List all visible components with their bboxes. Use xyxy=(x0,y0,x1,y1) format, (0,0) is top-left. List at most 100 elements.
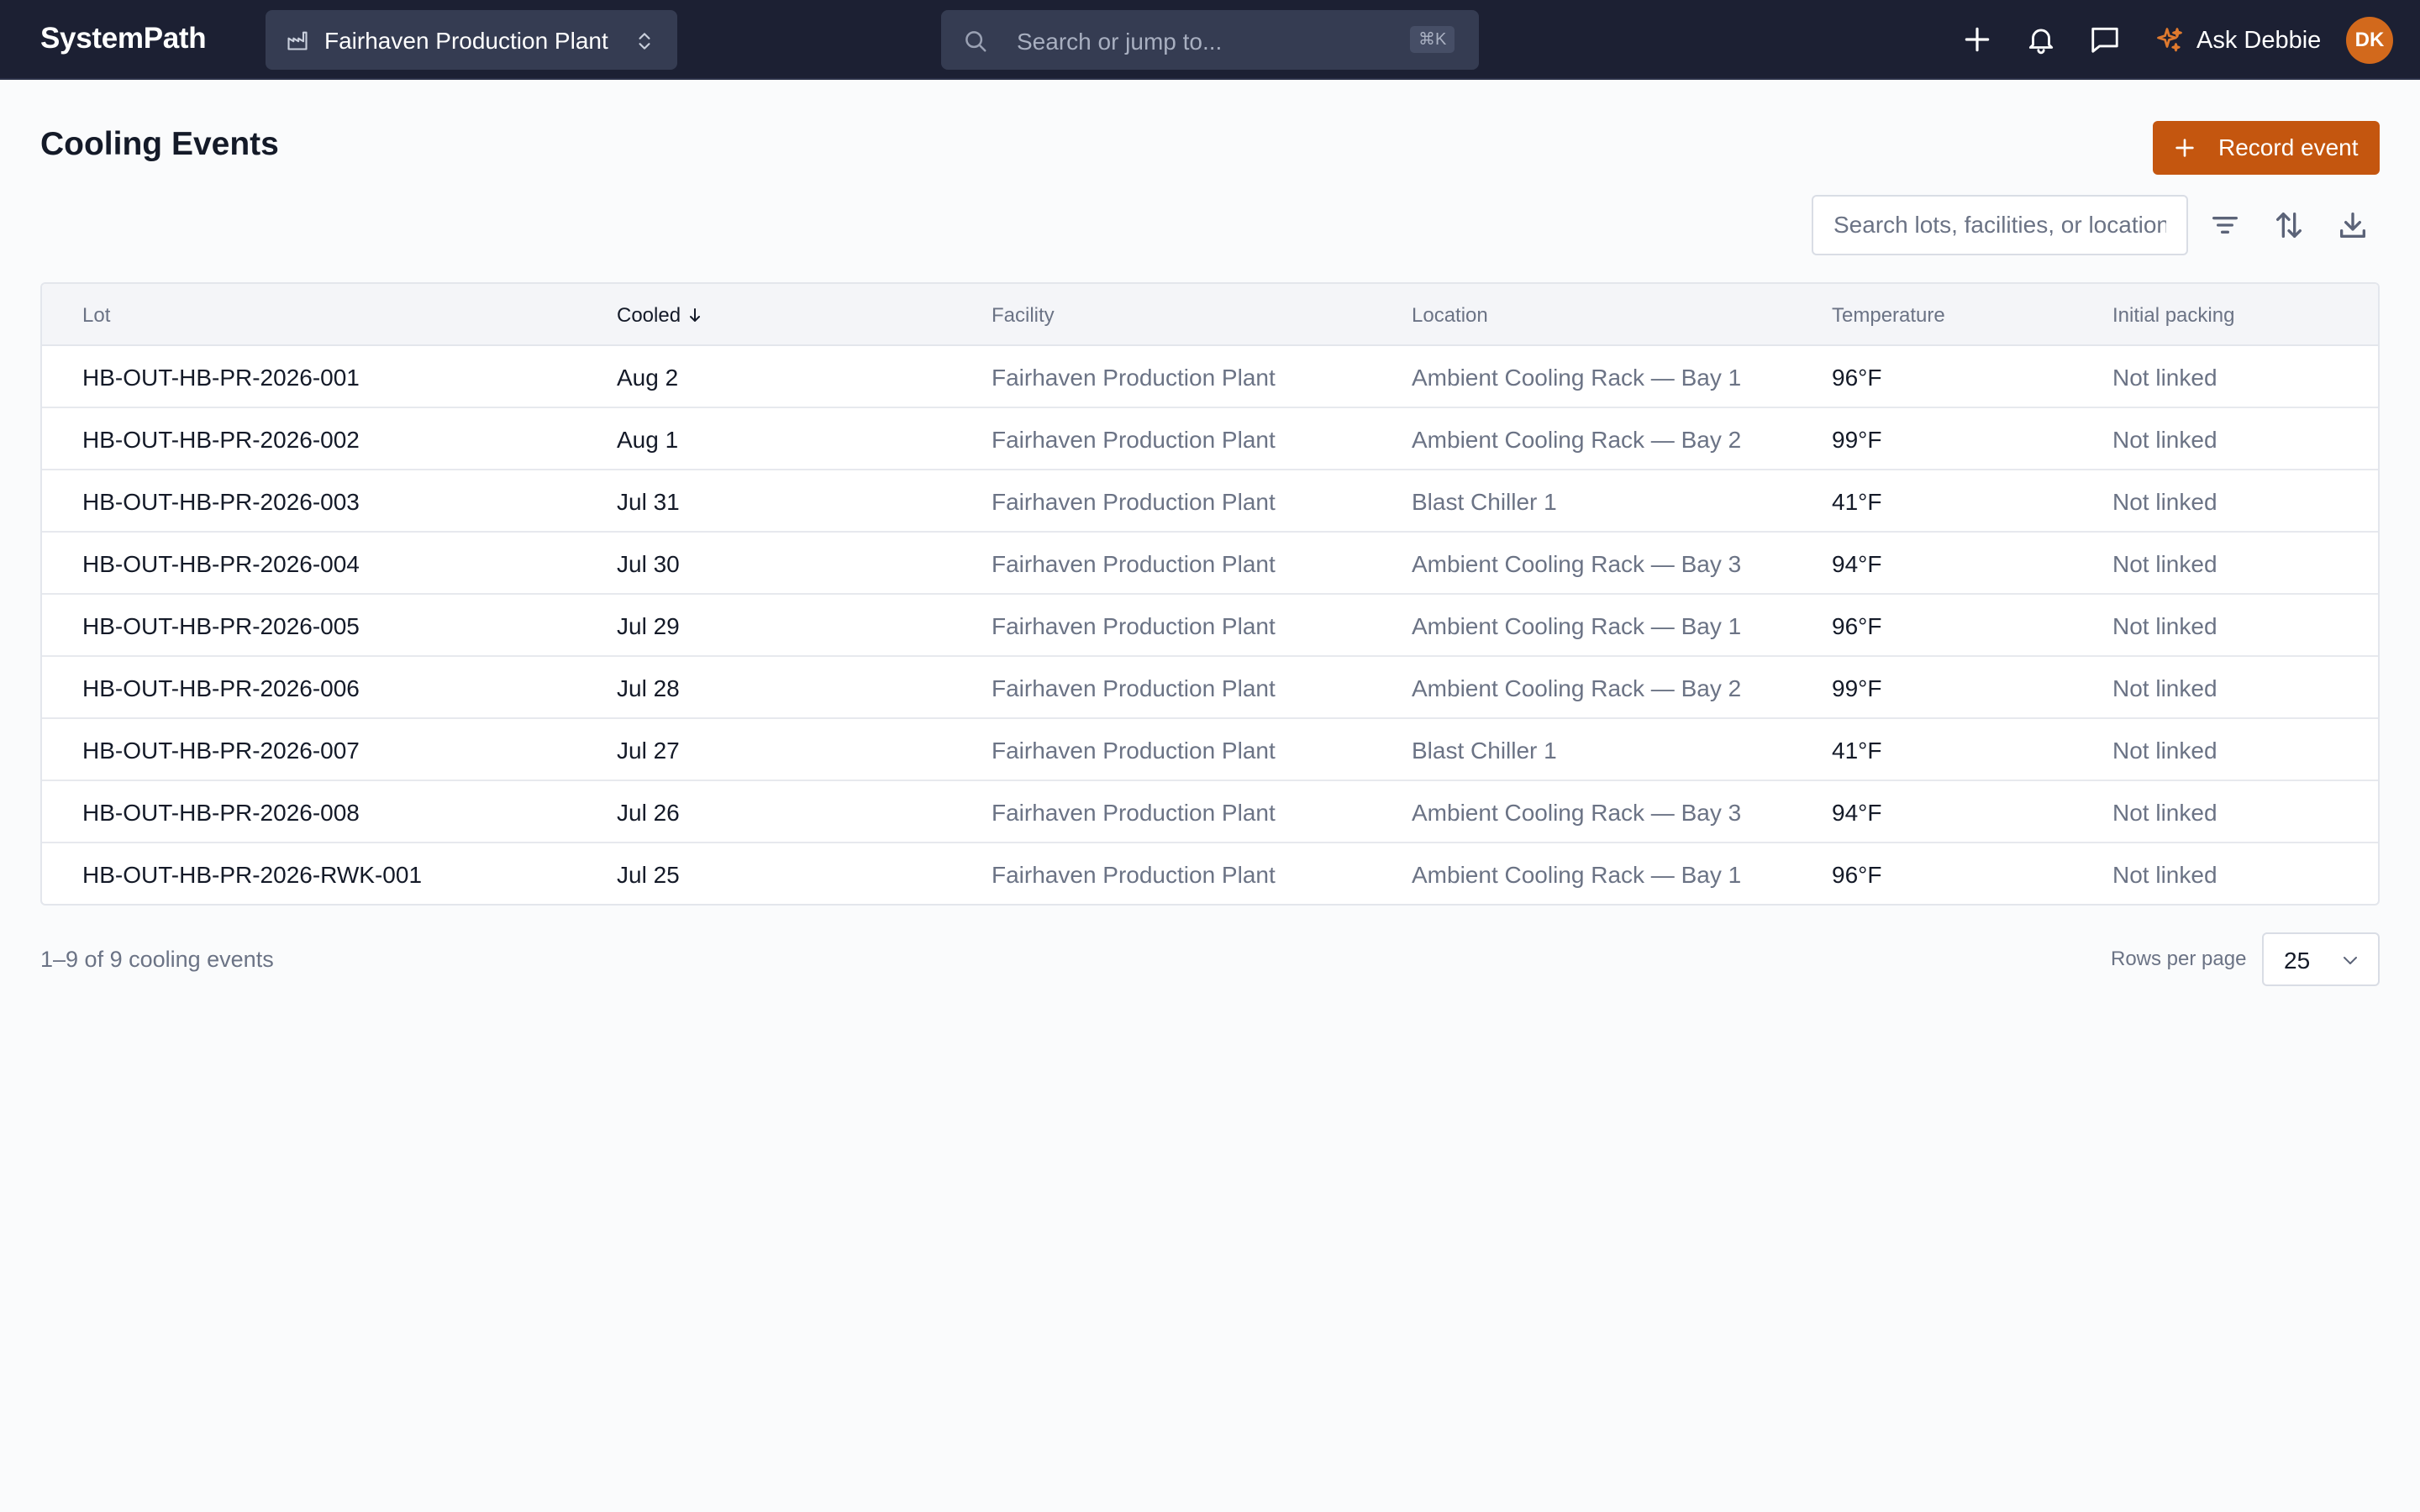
sort-icon[interactable] xyxy=(2272,208,2306,242)
cell-lot[interactable]: HB-OUT-HB-PR-2026-007 xyxy=(82,738,360,764)
cell-lot[interactable]: HB-OUT-HB-PR-2026-001 xyxy=(82,365,360,391)
column-header-cooled[interactable]: Cooled xyxy=(617,304,702,328)
cell-location: Ambient Cooling Rack — Bay 2 xyxy=(1412,675,1742,701)
cell-lot[interactable]: HB-OUT-HB-PR-2026-003 xyxy=(82,489,360,516)
global-search-placeholder: Search or jump to... xyxy=(1017,29,1223,55)
table-row[interactable]: HB-OUT-HB-PR-2026-007 Jul 27 Fairhaven P… xyxy=(42,719,2378,781)
cell-temperature: 96°F xyxy=(1832,613,1882,639)
table-row[interactable]: HB-OUT-HB-PR-2026-RWK-001 Jul 25 Fairhav… xyxy=(42,843,2378,904)
facility-switcher[interactable]: Fairhaven Production Plant xyxy=(266,10,677,70)
cell-location: Blast Chiller 1 xyxy=(1412,738,1557,764)
column-header-temperature[interactable]: Temperature xyxy=(1832,304,1945,328)
global-search-box[interactable]: Search or jump to... ⌘K xyxy=(941,10,1479,70)
cell-location: Ambient Cooling Rack — Bay 2 xyxy=(1412,427,1742,453)
cell-location: Blast Chiller 1 xyxy=(1412,489,1557,515)
cell-facility: Fairhaven Production Plant xyxy=(992,489,1276,515)
record-event-label: Record event xyxy=(2218,134,2359,160)
table-row[interactable]: HB-OUT-HB-PR-2026-004 Jul 30 Fairhaven P… xyxy=(42,533,2378,595)
cell-cooled: Jul 31 xyxy=(617,489,680,515)
cooling-events-table: Lot Cooled Facility Location Temperature… xyxy=(40,282,2380,906)
cell-facility: Fairhaven Production Plant xyxy=(992,738,1276,764)
table-row[interactable]: HB-OUT-HB-PR-2026-001 Aug 2 Fairhaven Pr… xyxy=(42,346,2378,408)
cell-temperature: 99°F xyxy=(1832,427,1882,453)
sparkle-icon xyxy=(2157,28,2182,52)
cell-lot[interactable]: HB-OUT-HB-PR-2026-006 xyxy=(82,675,360,702)
table-row[interactable]: HB-OUT-HB-PR-2026-008 Jul 26 Fairhaven P… xyxy=(42,781,2378,843)
cell-initial-packing: Not linked xyxy=(2112,800,2217,826)
cell-location: Ambient Cooling Rack — Bay 1 xyxy=(1412,613,1742,639)
cell-facility: Fairhaven Production Plant xyxy=(992,675,1276,701)
cell-cooled: Jul 28 xyxy=(617,675,680,701)
keyboard-shortcut-badge: ⌘K xyxy=(1410,26,1455,53)
cell-initial-packing: Not linked xyxy=(2112,365,2217,391)
cell-initial-packing: Not linked xyxy=(2112,427,2217,453)
column-header-location[interactable]: Location xyxy=(1412,304,1488,328)
filter-icon[interactable] xyxy=(2208,208,2242,242)
cell-temperature: 41°F xyxy=(1832,738,1882,764)
column-header-initial-packing[interactable]: Initial packing xyxy=(2112,304,2234,328)
cell-temperature: 96°F xyxy=(1832,862,1882,888)
table-header: Lot Cooled Facility Location Temperature… xyxy=(42,284,2378,346)
cell-lot[interactable]: HB-OUT-HB-PR-2026-005 xyxy=(82,613,360,640)
user-avatar[interactable]: DK xyxy=(2346,17,2393,64)
table-row[interactable]: HB-OUT-HB-PR-2026-002 Aug 1 Fairhaven Pr… xyxy=(42,408,2378,470)
factory-icon xyxy=(287,31,308,50)
cell-initial-packing: Not linked xyxy=(2112,738,2217,764)
cell-facility: Fairhaven Production Plant xyxy=(992,551,1276,577)
cell-facility: Fairhaven Production Plant xyxy=(992,800,1276,826)
cell-location: Ambient Cooling Rack — Bay 3 xyxy=(1412,800,1742,826)
record-event-button[interactable]: Record event xyxy=(2153,121,2380,175)
ask-assistant-button[interactable]: Ask Debbie xyxy=(2154,24,2321,57)
cell-location: Ambient Cooling Rack — Bay 1 xyxy=(1412,862,1742,888)
cell-cooled: Jul 29 xyxy=(617,613,680,639)
table-row[interactable]: HB-OUT-HB-PR-2026-006 Jul 28 Fairhaven P… xyxy=(42,657,2378,719)
chevron-up-down-icon xyxy=(639,33,650,50)
cell-initial-packing: Not linked xyxy=(2112,675,2217,701)
cell-initial-packing: Not linked xyxy=(2112,489,2217,515)
cell-cooled: Jul 25 xyxy=(617,862,680,888)
cell-lot[interactable]: HB-OUT-HB-PR-2026-002 xyxy=(82,427,360,454)
cell-facility: Fairhaven Production Plant xyxy=(992,613,1276,639)
search-icon xyxy=(965,31,986,52)
rows-per-page-value: 25 xyxy=(2284,948,2311,974)
cell-initial-packing: Not linked xyxy=(2112,613,2217,639)
download-icon[interactable] xyxy=(2336,208,2370,242)
column-header-facility[interactable]: Facility xyxy=(992,304,1055,328)
cell-cooled: Jul 26 xyxy=(617,800,680,826)
facility-switcher-label: Fairhaven Production Plant xyxy=(324,28,608,54)
table-body: HB-OUT-HB-PR-2026-001 Aug 2 Fairhaven Pr… xyxy=(42,346,2378,904)
top-navigation-bar: SystemPath Fairhaven Production Plant Se… xyxy=(0,0,2420,80)
plus-icon xyxy=(2175,139,2194,157)
chevron-down-icon xyxy=(2344,957,2357,964)
pagination-summary: 1–9 of 9 cooling events xyxy=(40,947,274,972)
cell-initial-packing: Not linked xyxy=(2112,862,2217,888)
column-header-cooled-label: Cooled xyxy=(617,304,681,327)
app-logo[interactable]: SystemPath xyxy=(40,22,207,55)
table-search-input[interactable] xyxy=(1812,195,2188,255)
arrow-down-icon xyxy=(690,308,701,322)
rows-per-page-select[interactable]: 25 xyxy=(2262,932,2380,986)
rows-per-page-label: Rows per page xyxy=(2111,948,2247,970)
cell-cooled: Jul 30 xyxy=(617,551,680,577)
cell-temperature: 41°F xyxy=(1832,489,1882,515)
table-row[interactable]: HB-OUT-HB-PR-2026-005 Jul 29 Fairhaven P… xyxy=(42,595,2378,657)
cell-facility: Fairhaven Production Plant xyxy=(992,365,1276,391)
plus-icon[interactable] xyxy=(1961,24,1993,55)
cell-cooled: Jul 27 xyxy=(617,738,680,764)
page-title: Cooling Events xyxy=(40,126,279,162)
cell-facility: Fairhaven Production Plant xyxy=(992,427,1276,453)
bell-icon[interactable] xyxy=(2025,24,2057,55)
cell-temperature: 94°F xyxy=(1832,551,1882,577)
chat-icon[interactable] xyxy=(2089,24,2121,55)
cell-lot[interactable]: HB-OUT-HB-PR-2026-RWK-001 xyxy=(82,862,422,889)
cell-lot[interactable]: HB-OUT-HB-PR-2026-008 xyxy=(82,800,360,827)
cell-cooled: Aug 2 xyxy=(617,365,679,391)
cell-cooled: Aug 1 xyxy=(617,427,679,453)
cell-location: Ambient Cooling Rack — Bay 3 xyxy=(1412,551,1742,577)
column-header-lot[interactable]: Lot xyxy=(82,304,110,328)
table-row[interactable]: HB-OUT-HB-PR-2026-003 Jul 31 Fairhaven P… xyxy=(42,470,2378,533)
cell-lot[interactable]: HB-OUT-HB-PR-2026-004 xyxy=(82,551,360,578)
cell-initial-packing: Not linked xyxy=(2112,551,2217,577)
ask-assistant-label: Ask Debbie xyxy=(2196,26,2322,54)
cell-temperature: 94°F xyxy=(1832,800,1882,826)
